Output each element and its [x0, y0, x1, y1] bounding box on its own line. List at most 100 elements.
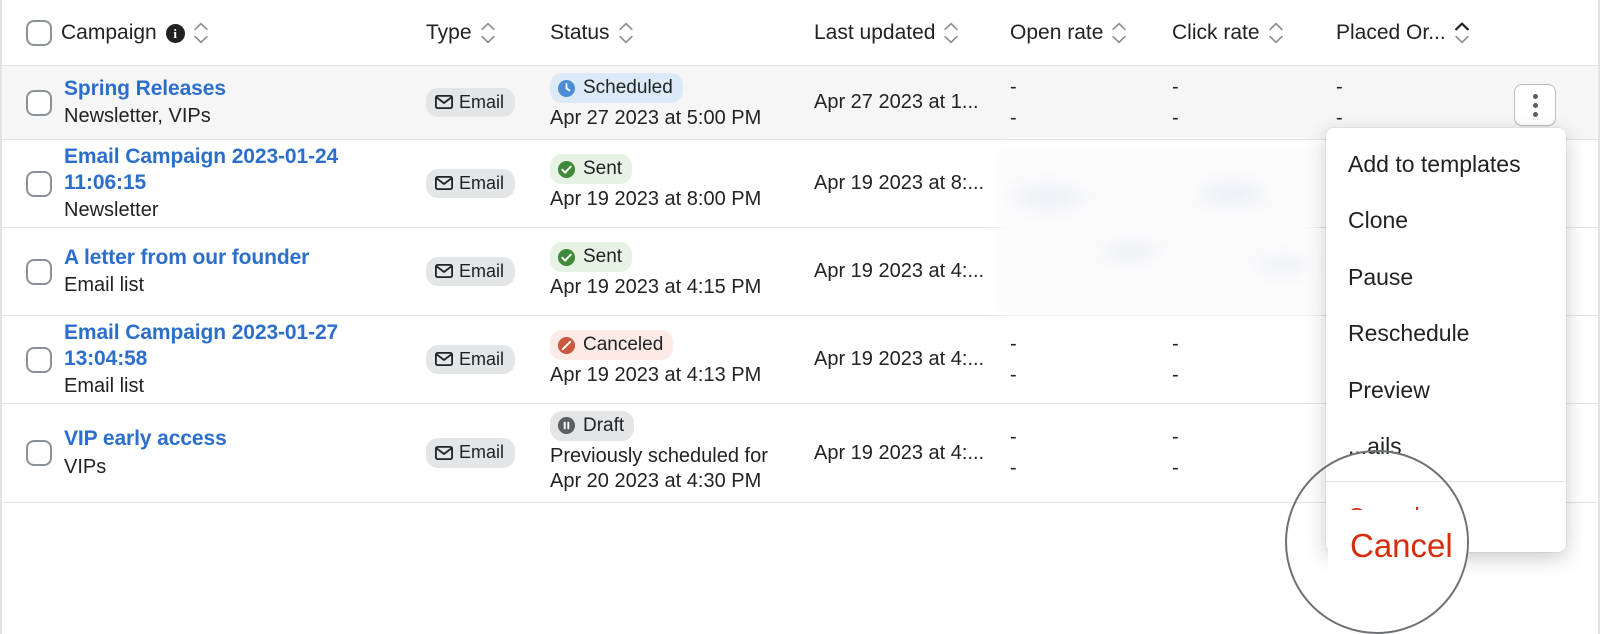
- sort-icon-click-rate[interactable]: [1268, 20, 1283, 46]
- sort-icon-status[interactable]: [618, 20, 633, 46]
- open-rate-value: -: [1010, 332, 1017, 355]
- column-header-last-updated[interactable]: Last updated: [814, 0, 959, 66]
- menu-item-clone[interactable]: Clone: [1326, 192, 1566, 248]
- sort-icon-open-rate[interactable]: [1112, 20, 1127, 46]
- row-checkbox-cell[interactable]: [26, 140, 56, 227]
- campaign-link[interactable]: Email Campaign 2023-01-27 13:04:58: [64, 320, 414, 372]
- click-rate-value: -: [1172, 75, 1179, 98]
- column-label-type: Type: [426, 21, 472, 44]
- last-updated-cell: Apr 19 2023 at 4:...: [814, 404, 1004, 502]
- info-icon[interactable]: i: [165, 23, 185, 43]
- column-header-campaign[interactable]: Campaign i: [26, 0, 208, 66]
- last-updated-cell: Apr 19 2023 at 4:...: [814, 228, 1004, 315]
- campaign-audience: Email list: [64, 274, 145, 297]
- last-updated-cell: Apr 19 2023 at 8:...: [814, 140, 1004, 227]
- status-cell: Sent Apr 19 2023 at 8:00 PM: [550, 140, 800, 227]
- campaign-link[interactable]: VIP early access: [64, 426, 414, 452]
- type-badge: Email: [426, 87, 516, 118]
- check-circle-icon: [557, 248, 576, 266]
- open-rate-value: -: [1010, 75, 1017, 98]
- campaign-link[interactable]: Email Campaign 2023-01-24 11:06:15: [64, 144, 414, 196]
- row-checkbox-cell[interactable]: [26, 404, 56, 502]
- row-checkbox-cell[interactable]: [26, 316, 56, 403]
- clock-icon: [557, 79, 576, 97]
- campaign-audience: Newsletter, VIPs: [64, 105, 211, 128]
- row-checkbox-cell[interactable]: [26, 66, 56, 139]
- status-badge: Draft: [550, 411, 635, 441]
- row-actions-menu[interactable]: Add to templates Clone Pause Reschedule …: [1326, 128, 1566, 553]
- type-cell: Email: [426, 140, 536, 227]
- sort-icon-campaign[interactable]: [194, 20, 208, 46]
- sort-icon-placed-orders[interactable]: [1454, 20, 1469, 46]
- click-rate-subvalue: -: [1172, 363, 1179, 386]
- open-rate-value: -: [1010, 426, 1017, 448]
- campaign-cell: A letter from our founder Email list: [64, 228, 414, 315]
- type-label: Email: [459, 172, 505, 193]
- column-header-status[interactable]: Status: [550, 0, 633, 66]
- menu-item-add-to-templates[interactable]: Add to templates: [1326, 136, 1566, 192]
- column-header-placed-orders[interactable]: Placed Or...: [1336, 0, 1469, 66]
- status-datetime: Apr 19 2023 at 8:00 PM: [550, 188, 762, 211]
- select-all-checkbox[interactable]: [26, 20, 52, 46]
- kebab-dot: [1532, 111, 1538, 117]
- row-checkbox[interactable]: [26, 89, 52, 116]
- campaign-audience: Newsletter: [64, 199, 159, 222]
- envelope-icon: [435, 264, 453, 279]
- status-badge: Sent: [550, 154, 633, 185]
- check-circle-icon: [557, 160, 576, 178]
- row-checkbox[interactable]: [26, 258, 52, 285]
- type-cell: Email: [426, 66, 536, 139]
- row-checkbox-cell[interactable]: [26, 228, 56, 315]
- type-cell: Email: [426, 316, 536, 403]
- menu-item-preview[interactable]: Preview: [1326, 362, 1566, 418]
- type-badge: Email: [426, 438, 516, 468]
- type-label: Email: [459, 260, 505, 281]
- menu-item-pause[interactable]: Pause: [1326, 249, 1566, 305]
- column-header-type[interactable]: Type: [426, 0, 495, 66]
- status-cell: Draft Previously scheduled for Apr 20 20…: [550, 404, 800, 502]
- column-header-open-rate[interactable]: Open rate: [1010, 0, 1127, 66]
- row-checkbox[interactable]: [26, 346, 52, 373]
- envelope-icon: [435, 445, 453, 460]
- status-label: Draft: [583, 415, 625, 437]
- type-label: Email: [459, 442, 505, 463]
- menu-item-details[interactable]: ...ails: [1326, 418, 1566, 474]
- row-actions-button[interactable]: [1514, 84, 1556, 126]
- campaign-link[interactable]: Spring Releases: [64, 76, 414, 102]
- table-header-row: Campaign i Type Status Last updated Open…: [2, 0, 1598, 66]
- envelope-icon: [435, 352, 453, 367]
- status-label: Sent: [583, 158, 623, 180]
- menu-item-cancel[interactable]: Cancel: [1326, 488, 1566, 544]
- last-updated-value: Apr 19 2023 at 4:...: [814, 260, 985, 282]
- status-label: Sent: [583, 246, 623, 268]
- campaign-audience: VIPs: [64, 455, 107, 478]
- status-datetime: Apr 27 2023 at 5:00 PM: [550, 107, 762, 130]
- open-rate-cell: - -: [1010, 316, 1160, 403]
- column-label-open-rate: Open rate: [1010, 21, 1104, 44]
- last-updated-value: Apr 19 2023 at 4:...: [814, 441, 985, 464]
- column-header-click-rate[interactable]: Click rate: [1172, 0, 1283, 66]
- status-datetime: Apr 19 2023 at 4:13 PM: [550, 364, 762, 387]
- row-checkbox[interactable]: [26, 440, 52, 466]
- menu-item-reschedule[interactable]: Reschedule: [1326, 305, 1566, 361]
- column-label-status: Status: [550, 21, 610, 44]
- open-rate-cell: - -: [1010, 404, 1160, 502]
- status-label: Scheduled: [583, 77, 673, 99]
- row-checkbox[interactable]: [26, 170, 52, 197]
- status-cell: Canceled Apr 19 2023 at 4:13 PM: [550, 316, 800, 403]
- status-label: Canceled: [583, 334, 664, 356]
- campaign-link[interactable]: A letter from our founder: [64, 245, 414, 271]
- last-updated-value: Apr 19 2023 at 4:...: [814, 348, 985, 370]
- click-rate-subvalue: -: [1172, 457, 1179, 479]
- click-rate-subvalue: -: [1172, 106, 1179, 129]
- sort-icon-type[interactable]: [480, 20, 495, 46]
- click-rate-cell: - -: [1172, 66, 1322, 139]
- open-rate-cell: [1010, 228, 1160, 315]
- type-cell: Email: [426, 228, 536, 315]
- open-rate-cell: - -: [1010, 66, 1160, 139]
- type-badge: Email: [426, 344, 516, 375]
- type-badge: Email: [426, 168, 516, 199]
- type-cell: Email: [426, 404, 536, 502]
- sort-icon-last-updated[interactable]: [944, 20, 959, 46]
- click-rate-cell: - -: [1172, 404, 1322, 502]
